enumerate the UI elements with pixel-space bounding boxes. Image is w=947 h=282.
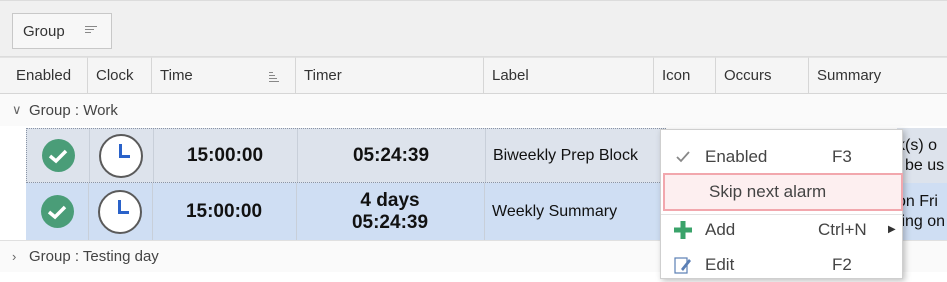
column-header-label: Clock (96, 67, 134, 84)
column-header-timer[interactable]: Timer (296, 57, 484, 94)
enabled-cell[interactable] (26, 183, 89, 240)
menu-item-shortcut: F2 (832, 254, 852, 274)
pencil-icon (661, 255, 705, 275)
sort-lines-icon[interactable] (84, 26, 97, 36)
column-header-label: Enabled (16, 67, 72, 84)
group-chip-label: Group (23, 22, 65, 40)
column-header-summary[interactable]: Summary (809, 57, 947, 94)
context-menu: Enabled F3 Skip next alarm Add Ctrl+N ▶ … (660, 129, 903, 279)
column-header-label: Timer (304, 67, 342, 84)
table-row[interactable]: 15:00:00 05:24:39 Biweekly Prep Block (26, 128, 666, 183)
timer-days: 4 days (360, 189, 420, 211)
menu-item-label: Skip next alarm (709, 182, 827, 201)
chevron-right-icon[interactable]: › (12, 249, 20, 264)
enabled-check-icon[interactable] (40, 195, 74, 228)
column-header-time[interactable]: Time (152, 57, 296, 94)
summary-text: ting on (897, 213, 946, 230)
label-cell: Weekly Summary (492, 202, 618, 220)
summary-text: l be us (897, 157, 945, 174)
group-by-panel: Group (0, 0, 947, 57)
group-label: Group : Work (29, 101, 118, 119)
header-indent (0, 57, 8, 94)
column-header-label[interactable]: Label (484, 57, 654, 94)
menu-item-label: Add (705, 219, 736, 239)
column-header-label: Icon (662, 67, 691, 84)
time-cell: 15:00:00 (152, 183, 297, 240)
clock-cell (88, 183, 153, 240)
clock-cell (89, 129, 154, 182)
column-header-clock[interactable]: Clock (88, 57, 152, 94)
menu-item-label: Edit (705, 254, 735, 274)
timer-cell: 4 days 05:24:39 (296, 183, 485, 240)
clock-icon (99, 133, 143, 178)
enabled-cell[interactable] (27, 129, 90, 182)
enabled-check-icon[interactable] (41, 139, 75, 172)
chevron-down-icon[interactable]: ∨ (12, 102, 22, 118)
menu-item-skip-next-alarm[interactable]: Skip next alarm (663, 173, 903, 211)
menu-item-shortcut: Ctrl+N (818, 219, 867, 239)
timer-cell: 05:24:39 (297, 129, 486, 182)
submenu-arrow-icon: ▶ (888, 224, 896, 235)
column-header-label: Summary (817, 67, 882, 84)
group-label: Group : Testing day (29, 248, 159, 265)
column-header-occurs[interactable]: Occurs (716, 57, 809, 94)
plus-icon (661, 220, 705, 240)
clock-icon (98, 189, 142, 234)
menu-item-shortcut: F3 (832, 146, 852, 166)
checkmark-icon (661, 150, 705, 163)
summary-text: k(s) o (897, 137, 937, 154)
column-header-label: Time (160, 67, 193, 84)
time-cell: 15:00:00 (153, 129, 298, 182)
summary-cell: on Fri ting on (897, 192, 947, 232)
group-by-chip[interactable]: Group (12, 13, 112, 49)
column-header-enabled[interactable]: Enabled (8, 57, 88, 94)
menu-item-add[interactable]: Add Ctrl+N ▶ (661, 212, 902, 247)
column-header-label: Label (492, 67, 529, 84)
table-row[interactable]: 15:00:00 4 days 05:24:39 Weekly Summary (26, 183, 666, 240)
group-row-work[interactable]: ∨ Group : Work (0, 94, 947, 126)
sort-ascending-icon (269, 72, 279, 82)
menu-item-enabled[interactable]: Enabled F3 (661, 139, 902, 174)
summary-cell: k(s) o l be us (897, 136, 947, 176)
column-header-label: Occurs (724, 67, 772, 84)
summary-text: on Fri (897, 193, 938, 210)
menu-item-label: Enabled (705, 146, 768, 166)
menu-item-edit[interactable]: Edit F2 (661, 247, 902, 282)
timer-time: 05:24:39 (351, 211, 429, 233)
column-header-icon[interactable]: Icon (654, 57, 716, 94)
label-cell: Biweekly Prep Block (493, 146, 638, 164)
